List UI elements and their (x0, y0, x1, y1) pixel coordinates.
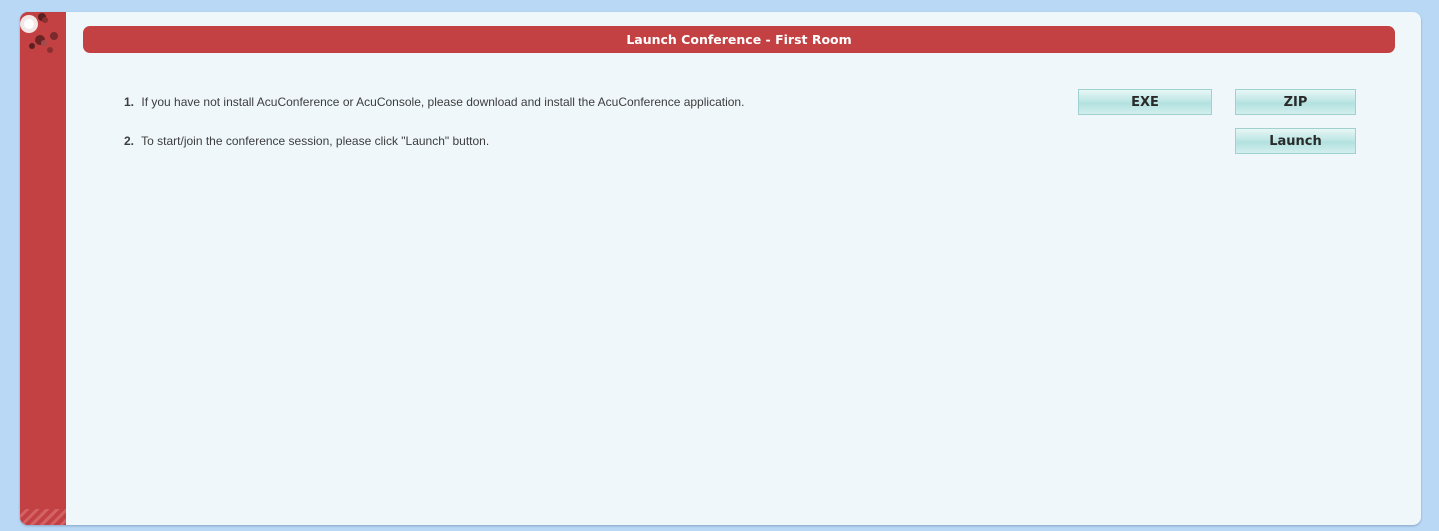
step-number: 2. (124, 134, 135, 148)
step-text: To start/join the conference session, pl… (141, 134, 490, 148)
step-download: 1. If you have not install AcuConference… (124, 95, 744, 109)
main-panel: Launch Conference - First Room 1. If you… (20, 12, 1421, 525)
launch-button[interactable]: Launch (1235, 128, 1356, 154)
step-launch: 2. To start/join the conference session,… (124, 134, 489, 148)
side-rail (20, 12, 66, 525)
step-text: If you have not install AcuConference or… (141, 95, 745, 109)
exe-download-button[interactable]: EXE (1078, 89, 1212, 115)
rail-stripes (20, 509, 66, 525)
zip-download-button[interactable]: ZIP (1235, 89, 1356, 115)
step-number: 1. (124, 95, 135, 109)
page-title: Launch Conference - First Room (83, 26, 1395, 53)
flower-logo-icon (20, 12, 66, 58)
